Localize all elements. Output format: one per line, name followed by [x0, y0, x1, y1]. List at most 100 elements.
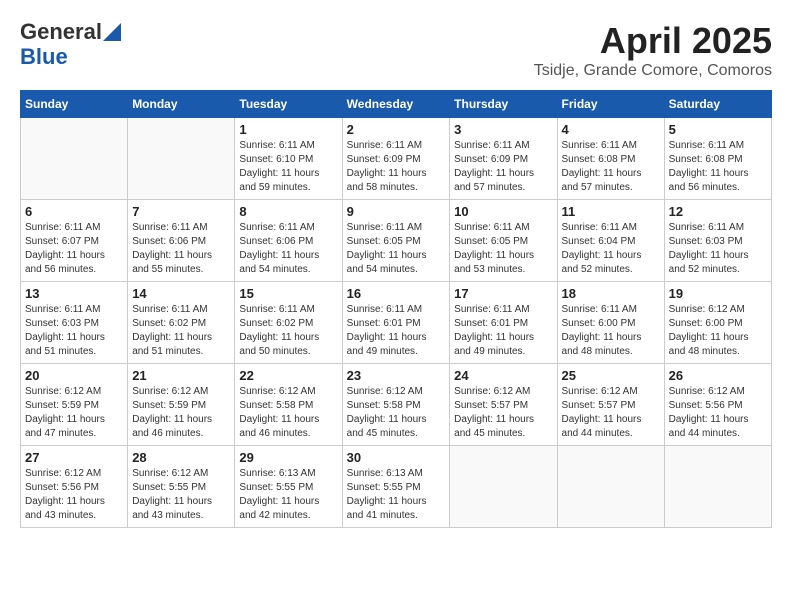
calendar-day-header: Wednesday [342, 91, 450, 118]
day-number: 27 [25, 450, 123, 465]
day-number: 8 [239, 204, 337, 219]
calendar-week-row: 13 Sunrise: 6:11 AMSunset: 6:03 PMDayligh… [21, 282, 772, 364]
calendar-day-cell: 17 Sunrise: 6:11 AMSunset: 6:01 PMDayligh… [450, 282, 557, 364]
calendar-day-cell: 12 Sunrise: 6:11 AMSunset: 6:03 PMDayligh… [664, 200, 771, 282]
calendar-week-row: 27 Sunrise: 6:12 AMSunset: 5:56 PMDayligh… [21, 446, 772, 528]
calendar-week-row: 6Sunrise: 6:11 AMSunset: 6:07 PMDaylight… [21, 200, 772, 282]
day-info: Sunrise: 6:11 AMSunset: 6:04 PMDaylight:… [562, 221, 660, 277]
day-number: 14 [132, 286, 230, 301]
day-info: Sunrise: 6:11 AMSunset: 6:03 PMDaylight:… [25, 303, 123, 359]
calendar-day-cell [664, 446, 771, 528]
calendar-day-cell: 11 Sunrise: 6:11 AMSunset: 6:04 PMDayligh… [557, 200, 664, 282]
day-number: 1 [239, 122, 337, 137]
calendar-day-cell: 5Sunrise: 6:11 AMSunset: 6:08 PMDaylight… [664, 118, 771, 200]
day-info: Sunrise: 6:13 AMSunset: 5:55 PMDaylight:… [239, 467, 337, 523]
calendar-day-cell: 14Sunrise: 6:11 AMSunset: 6:02 PMDayligh… [128, 282, 235, 364]
day-info: Sunrise: 6:11 AMSunset: 6:09 PMDaylight:… [347, 139, 446, 195]
calendar-day-cell: 7 Sunrise: 6:11 AMSunset: 6:06 PMDaylight… [128, 200, 235, 282]
day-info: Sunrise: 6:12 AMSunset: 5:56 PMDaylight:… [669, 385, 767, 441]
day-number: 22 [239, 368, 337, 383]
calendar-day-cell [557, 446, 664, 528]
day-number: 10 [454, 204, 552, 219]
calendar-day-header: Monday [128, 91, 235, 118]
calendar-day-cell: 21 Sunrise: 6:12 AMSunset: 5:59 PMDayligh… [128, 364, 235, 446]
calendar-day-cell: 10 Sunrise: 6:11 AMSunset: 6:05 PMDayligh… [450, 200, 557, 282]
calendar-day-cell: 9 Sunrise: 6:11 AMSunset: 6:05 PMDaylight… [342, 200, 450, 282]
logo-triangle-icon [103, 23, 121, 41]
calendar-day-cell: 8 Sunrise: 6:11 AMSunset: 6:06 PMDaylight… [235, 200, 342, 282]
day-number: 15 [239, 286, 337, 301]
calendar-day-cell: 29 Sunrise: 6:13 AMSunset: 5:55 PMDayligh… [235, 446, 342, 528]
calendar-day-cell: 25Sunrise: 6:12 AMSunset: 5:57 PMDayligh… [557, 364, 664, 446]
day-number: 21 [132, 368, 230, 383]
day-number: 25 [562, 368, 660, 383]
day-info: Sunrise: 6:12 AMSunset: 6:00 PMDaylight:… [669, 303, 767, 359]
day-info: Sunrise: 6:11 AMSunset: 6:06 PMDaylight:… [132, 221, 230, 277]
calendar-day-cell: 23 Sunrise: 6:12 AMSunset: 5:58 PMDayligh… [342, 364, 450, 446]
page-header: General Blue April 2025 Tsidje, Grande C… [20, 20, 772, 80]
calendar-day-cell [450, 446, 557, 528]
calendar-day-cell: 24 Sunrise: 6:12 AMSunset: 5:57 PMDayligh… [450, 364, 557, 446]
day-info: Sunrise: 6:11 AMSunset: 6:08 PMDaylight:… [669, 139, 767, 195]
day-number: 7 [132, 204, 230, 219]
day-info: Sunrise: 6:11 AMSunset: 6:05 PMDaylight:… [454, 221, 552, 277]
day-number: 13 [25, 286, 123, 301]
day-info: Sunrise: 6:11 AMSunset: 6:08 PMDaylight:… [562, 139, 660, 195]
calendar-day-cell: 28 Sunrise: 6:12 AMSunset: 5:55 PMDayligh… [128, 446, 235, 528]
calendar-day-cell: 26 Sunrise: 6:12 AMSunset: 5:56 PMDayligh… [664, 364, 771, 446]
day-info: Sunrise: 6:13 AMSunset: 5:55 PMDaylight:… [347, 467, 446, 523]
day-info: Sunrise: 6:11 AMSunset: 6:01 PMDaylight:… [454, 303, 552, 359]
day-number: 17 [454, 286, 552, 301]
month-title: April 2025 [534, 20, 772, 62]
day-number: 12 [669, 204, 767, 219]
calendar-day-header: Sunday [21, 91, 128, 118]
calendar-day-cell: 15 Sunrise: 6:11 AMSunset: 6:02 PMDayligh… [235, 282, 342, 364]
day-info: Sunrise: 6:11 AMSunset: 6:03 PMDaylight:… [669, 221, 767, 277]
day-number: 16 [347, 286, 446, 301]
day-number: 18 [562, 286, 660, 301]
calendar-day-cell: 19Sunrise: 6:12 AMSunset: 6:00 PMDayligh… [664, 282, 771, 364]
day-info: Sunrise: 6:11 AMSunset: 6:06 PMDaylight:… [239, 221, 337, 277]
calendar-day-cell: 16 Sunrise: 6:11 AMSunset: 6:01 PMDayligh… [342, 282, 450, 364]
day-info: Sunrise: 6:12 AMSunset: 5:58 PMDaylight:… [239, 385, 337, 441]
day-info: Sunrise: 6:12 AMSunset: 5:56 PMDaylight:… [25, 467, 123, 523]
day-number: 9 [347, 204, 446, 219]
day-info: Sunrise: 6:11 AMSunset: 6:01 PMDaylight:… [347, 303, 446, 359]
day-info: Sunrise: 6:12 AMSunset: 5:57 PMDaylight:… [454, 385, 552, 441]
calendar-day-cell: 18Sunrise: 6:11 AMSunset: 6:00 PMDayligh… [557, 282, 664, 364]
calendar-week-row: 20Sunrise: 6:12 AMSunset: 5:59 PMDayligh… [21, 364, 772, 446]
day-info: Sunrise: 6:12 AMSunset: 5:55 PMDaylight:… [132, 467, 230, 523]
calendar-day-cell [128, 118, 235, 200]
day-info: Sunrise: 6:12 AMSunset: 5:59 PMDaylight:… [25, 385, 123, 441]
calendar-day-cell: 3 Sunrise: 6:11 AMSunset: 6:09 PMDaylight… [450, 118, 557, 200]
day-number: 28 [132, 450, 230, 465]
calendar-day-cell [21, 118, 128, 200]
logo: General Blue [20, 20, 122, 70]
logo-general-text: General [20, 20, 102, 44]
logo-blue-text: Blue [20, 44, 68, 70]
day-number: 11 [562, 204, 660, 219]
day-number: 26 [669, 368, 767, 383]
day-number: 4 [562, 122, 660, 137]
calendar-day-cell: 13 Sunrise: 6:11 AMSunset: 6:03 PMDayligh… [21, 282, 128, 364]
calendar-day-cell: 2 Sunrise: 6:11 AMSunset: 6:09 PMDaylight… [342, 118, 450, 200]
day-number: 2 [347, 122, 446, 137]
calendar-day-header: Thursday [450, 91, 557, 118]
calendar-day-header: Saturday [664, 91, 771, 118]
day-number: 3 [454, 122, 552, 137]
calendar-day-cell: 6Sunrise: 6:11 AMSunset: 6:07 PMDaylight… [21, 200, 128, 282]
calendar-day-cell: 20Sunrise: 6:12 AMSunset: 5:59 PMDayligh… [21, 364, 128, 446]
day-info: Sunrise: 6:11 AMSunset: 6:02 PMDaylight:… [239, 303, 337, 359]
calendar-day-cell: 4 Sunrise: 6:11 AMSunset: 6:08 PMDaylight… [557, 118, 664, 200]
day-number: 29 [239, 450, 337, 465]
day-info: Sunrise: 6:12 AMSunset: 5:58 PMDaylight:… [347, 385, 446, 441]
day-number: 24 [454, 368, 552, 383]
day-info: Sunrise: 6:11 AMSunset: 6:09 PMDaylight:… [454, 139, 552, 195]
day-info: Sunrise: 6:11 AMSunset: 6:05 PMDaylight:… [347, 221, 446, 277]
day-number: 30 [347, 450, 446, 465]
day-number: 23 [347, 368, 446, 383]
calendar-week-row: 1Sunrise: 6:11 AMSunset: 6:10 PMDaylight… [21, 118, 772, 200]
day-info: Sunrise: 6:12 AMSunset: 5:59 PMDaylight:… [132, 385, 230, 441]
day-info: Sunrise: 6:11 AMSunset: 6:07 PMDaylight:… [25, 221, 123, 277]
calendar-day-header: Friday [557, 91, 664, 118]
